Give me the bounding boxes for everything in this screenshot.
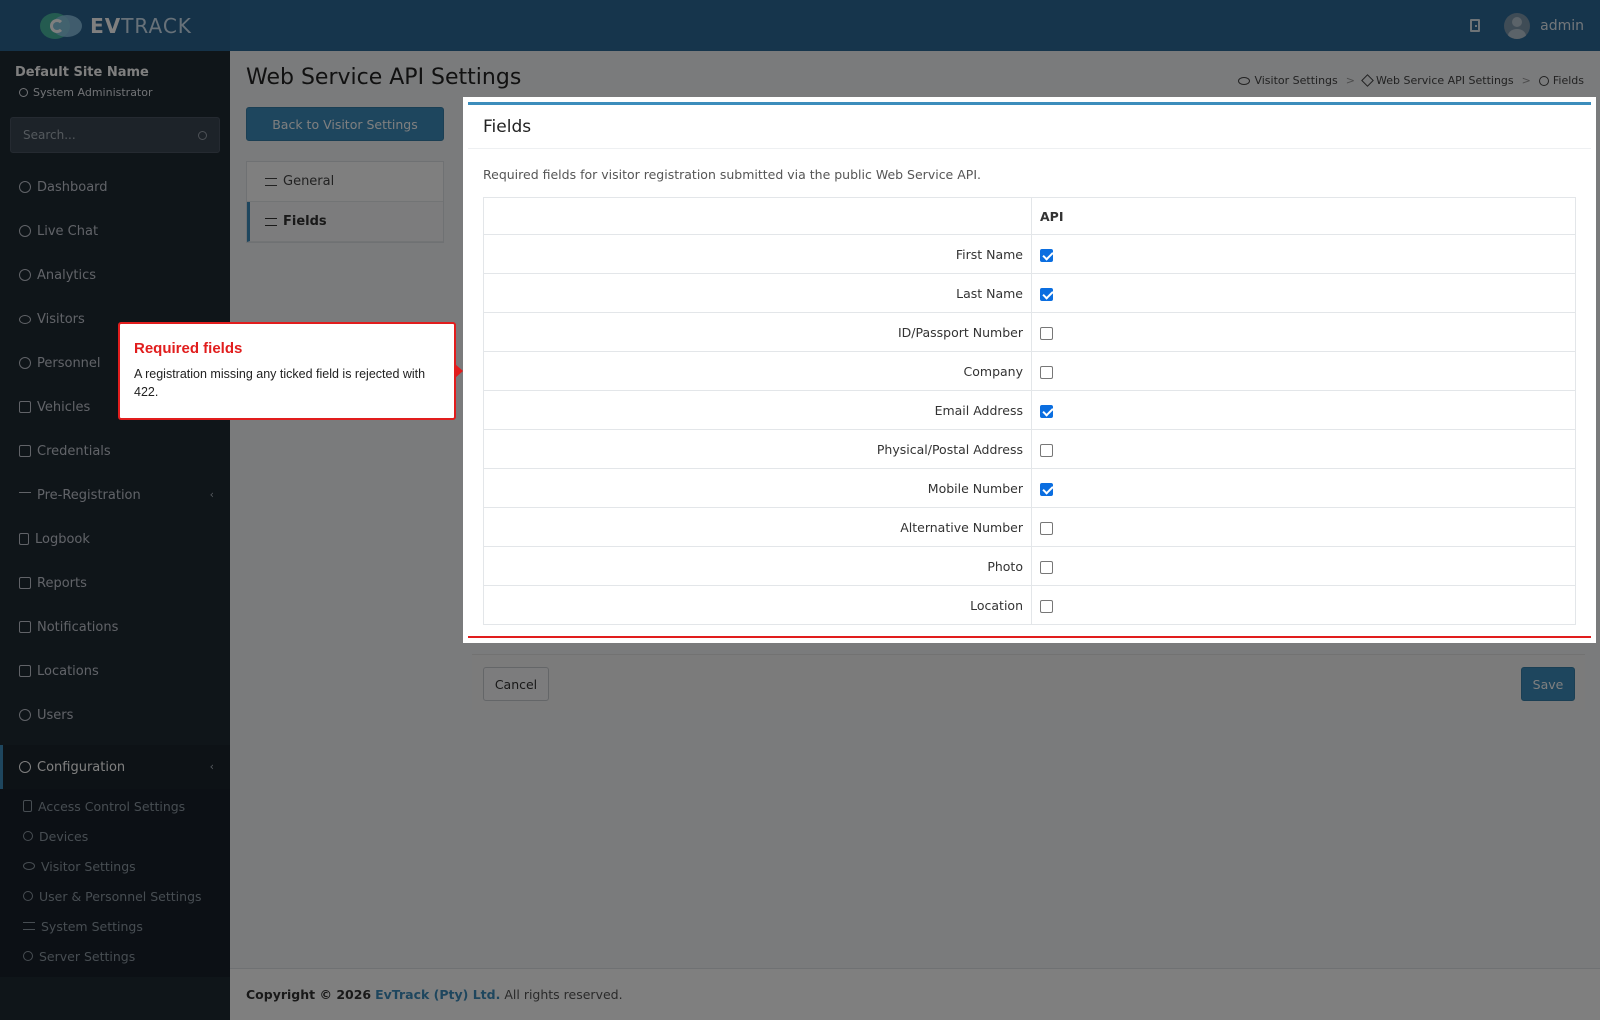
table-header-blank [483,197,1032,235]
field-label: Email Address [483,390,1032,430]
api-required-checkbox[interactable] [1040,326,1053,340]
api-required-checkbox[interactable] [1040,248,1053,262]
fields-table-body: First Name Last Name ID/Passport Number Com… [483,234,1576,625]
card-title: Fields [468,105,1591,149]
table-row: Photo [483,546,1576,586]
api-required-checkbox[interactable] [1040,482,1053,496]
table-row: Mobile Number [483,468,1576,508]
callout-text: A registration missing any ticked field … [134,367,426,399]
field-label: Photo [483,546,1032,586]
fields-table: API First Name Last Name ID/Passport Numbe… [483,197,1576,625]
field-cell-api [1031,468,1576,508]
field-label: Mobile Number [483,468,1032,508]
field-cell-api [1031,234,1576,274]
api-required-checkbox[interactable] [1040,560,1053,574]
api-required-checkbox[interactable] [1040,404,1053,418]
field-cell-api [1031,429,1576,469]
table-row: Location [483,585,1576,625]
field-cell-api [1031,507,1576,547]
api-required-checkbox[interactable] [1040,521,1053,535]
field-label: Company [483,351,1032,391]
callout-title: Required fields [134,340,243,357]
field-cell-api [1031,546,1576,586]
field-cell-api [1031,585,1576,625]
table-header-row: API [483,197,1576,235]
table-row: Physical/Postal Address [483,429,1576,469]
table-row: First Name [483,234,1576,274]
api-required-checkbox[interactable] [1040,287,1053,301]
field-cell-api [1031,312,1576,352]
table-header-api: API [1031,197,1576,235]
api-required-checkbox[interactable] [1040,365,1053,379]
callout: Required fields A registration missing a… [118,322,463,420]
field-label: Physical/Postal Address [483,429,1032,469]
field-cell-api [1031,351,1576,391]
field-label: Alternative Number [483,507,1032,547]
field-label: Last Name [483,273,1032,313]
field-cell-api [1031,390,1576,430]
table-row: ID/Passport Number [483,312,1576,352]
table-row: Company [483,351,1576,391]
fields-card: Fields Required fields for visitor regis… [468,102,1591,638]
field-label: Location [483,585,1032,625]
field-label: ID/Passport Number [483,312,1032,352]
api-required-checkbox[interactable] [1040,599,1053,613]
card-description: Required fields for visitor registration… [483,167,981,182]
field-cell-api [1031,273,1576,313]
field-label: First Name [483,234,1032,274]
api-required-checkbox[interactable] [1040,443,1053,457]
table-row: Alternative Number [483,507,1576,547]
table-row: Last Name [483,273,1576,313]
table-row: Email Address [483,390,1576,430]
